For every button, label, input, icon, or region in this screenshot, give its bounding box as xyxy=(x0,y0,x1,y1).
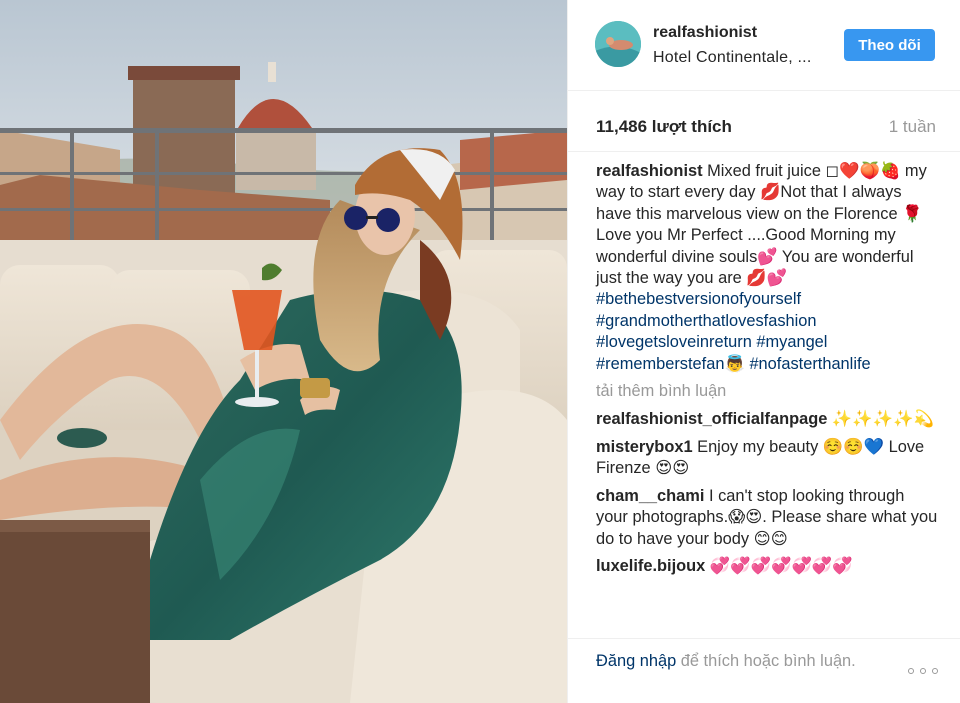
hashtag[interactable]: #rememberstefan xyxy=(596,355,724,373)
more-dot xyxy=(908,668,914,674)
avatar-image xyxy=(595,21,641,67)
comment-text: ✨✨✨✨💫 xyxy=(827,410,934,429)
hashtag[interactable]: #grandmotherthatlovesfashion xyxy=(596,312,817,330)
post-username[interactable]: realfashionist xyxy=(653,24,757,42)
hashtag[interactable]: #bethebestversionofyourself xyxy=(596,290,801,308)
comment-username[interactable]: realfashionist_officialfanpage xyxy=(596,410,827,428)
comment-item: misterybox1 Enjoy my beauty ☺️☺️💙 Love F… xyxy=(596,437,938,480)
more-dot xyxy=(920,668,926,674)
caption-emoji: 👼 xyxy=(724,354,745,373)
post-footer: Đăng nhập để thích hoặc bình luận. xyxy=(568,638,960,703)
post-photo[interactable] xyxy=(0,0,567,703)
post-photo-illustration xyxy=(0,0,567,703)
comment-username[interactable]: luxelife.bijoux xyxy=(596,557,705,575)
hashtag[interactable]: #myangel xyxy=(756,333,827,351)
like-count[interactable]: 11,486 lượt thích xyxy=(596,117,732,137)
caption: realfashionist Mixed fruit juice ◻❤️🍑🍓 m… xyxy=(596,161,938,375)
post-header: realfashionist Hotel Continentale, ... T… xyxy=(568,0,960,91)
login-prompt-text: để thích hoặc bình luận. xyxy=(676,652,856,670)
comment-text: 💞💞💞💞💞💞💞 xyxy=(705,556,853,575)
caption-text: Mixed fruit juice ◻❤️🍑🍓 my way to start … xyxy=(596,162,927,288)
caption-username[interactable]: realfashionist xyxy=(596,162,703,180)
likes-row: 11,486 lượt thích 1 tuần xyxy=(568,91,960,152)
comment-item: realfashionist_officialfanpage ✨✨✨✨💫 xyxy=(596,409,938,430)
post-location[interactable]: Hotel Continentale, ... xyxy=(653,49,811,67)
comment-item: cham__chami I can't stop looking through… xyxy=(596,486,938,550)
post-detail-panel: realfashionist Hotel Continentale, ... T… xyxy=(567,0,960,703)
avatar[interactable] xyxy=(595,21,641,67)
load-more-comments-link[interactable]: tải thêm bình luận xyxy=(596,381,938,402)
login-link[interactable]: Đăng nhập xyxy=(596,652,676,670)
hashtag[interactable]: #nofasterthanlife xyxy=(749,355,870,373)
post-timestamp[interactable]: 1 tuần xyxy=(889,117,936,137)
more-dot xyxy=(932,668,938,674)
hashtag[interactable]: #lovegetsloveinreturn xyxy=(596,333,752,351)
comment-item: luxelife.bijoux 💞💞💞💞💞💞💞 xyxy=(596,556,938,577)
comment-username[interactable]: cham__chami xyxy=(596,487,704,505)
follow-button[interactable]: Theo dõi xyxy=(844,29,935,61)
more-options-icon[interactable] xyxy=(908,667,938,675)
comment-list: realfashionist Mixed fruit juice ◻❤️🍑🍓 m… xyxy=(596,161,938,583)
login-prompt: Đăng nhập để thích hoặc bình luận. xyxy=(596,651,876,673)
comment-username[interactable]: misterybox1 xyxy=(596,438,693,456)
